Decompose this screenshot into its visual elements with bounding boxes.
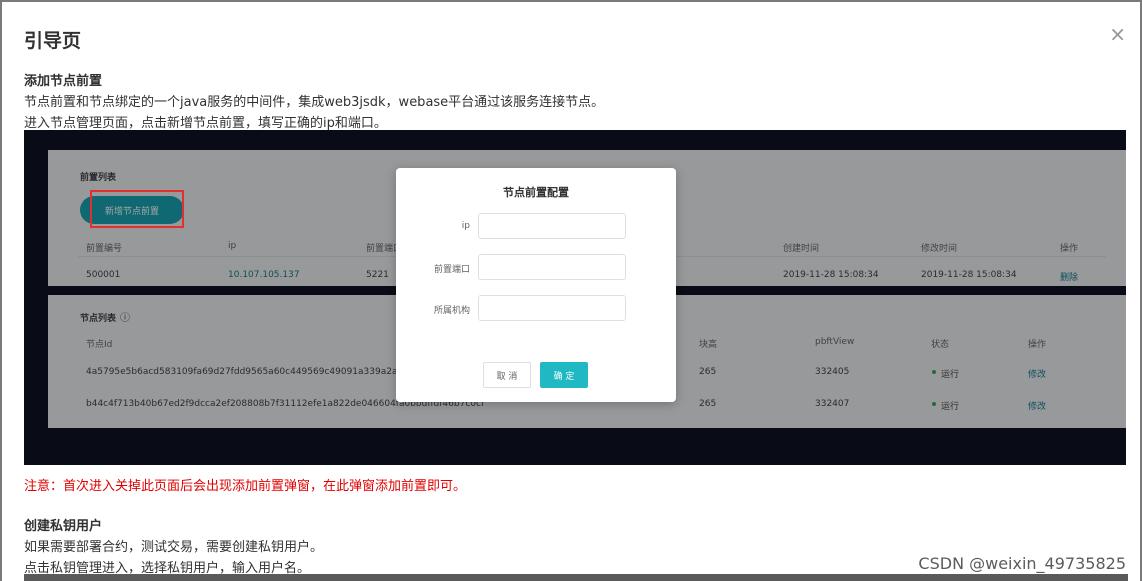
- dialog-title: 引导页: [24, 30, 82, 52]
- org-input: [478, 295, 626, 321]
- guide-screenshot: 前置列表 新增节点前置 前置编号 ip 前置端口 创建时间 修改时间 操作 50…: [24, 130, 1126, 465]
- section-heading-create-user: 创建私钥用户: [24, 519, 103, 534]
- port-input: [478, 254, 626, 280]
- modal-title: 节点前置配置: [503, 186, 569, 199]
- highlight-box: [90, 190, 184, 228]
- confirm-button: 确 定: [540, 362, 588, 388]
- front-config-modal: 节点前置配置 ip 前置端口 所属机构 取 消 确 定: [396, 168, 676, 402]
- ip-label: ip: [461, 221, 470, 231]
- section2-desc-line1: 如果需要部署合约，测试交易，需要创建私钥用户。: [24, 540, 324, 555]
- ip-input: [478, 213, 626, 239]
- port-label: 前置端口: [433, 265, 470, 275]
- section-heading-add-front: 添加节点前置: [24, 74, 103, 89]
- section-desc-line2: 进入节点管理页面，点击新增节点前置，填写正确的ip和端口。: [24, 116, 387, 131]
- next-screenshot-edge: [24, 574, 1128, 581]
- org-label: 所属机构: [433, 306, 470, 316]
- notice-text: 注意：首次进入关掉此页面后会出现添加前置弹窗，在此弹窗添加前置即可。: [24, 479, 467, 494]
- guide-dialog: 引导页 × 添加节点前置 节点前置和节点绑定的一个java服务的中间件，集成we…: [2, 2, 1140, 581]
- section-desc-line1: 节点前置和节点绑定的一个java服务的中间件，集成web3jsdk，webase…: [24, 95, 605, 110]
- watermark: CSDN @weixin_49735825: [918, 554, 1126, 573]
- cancel-button: 取 消: [483, 362, 531, 388]
- close-icon[interactable]: ×: [1109, 24, 1126, 44]
